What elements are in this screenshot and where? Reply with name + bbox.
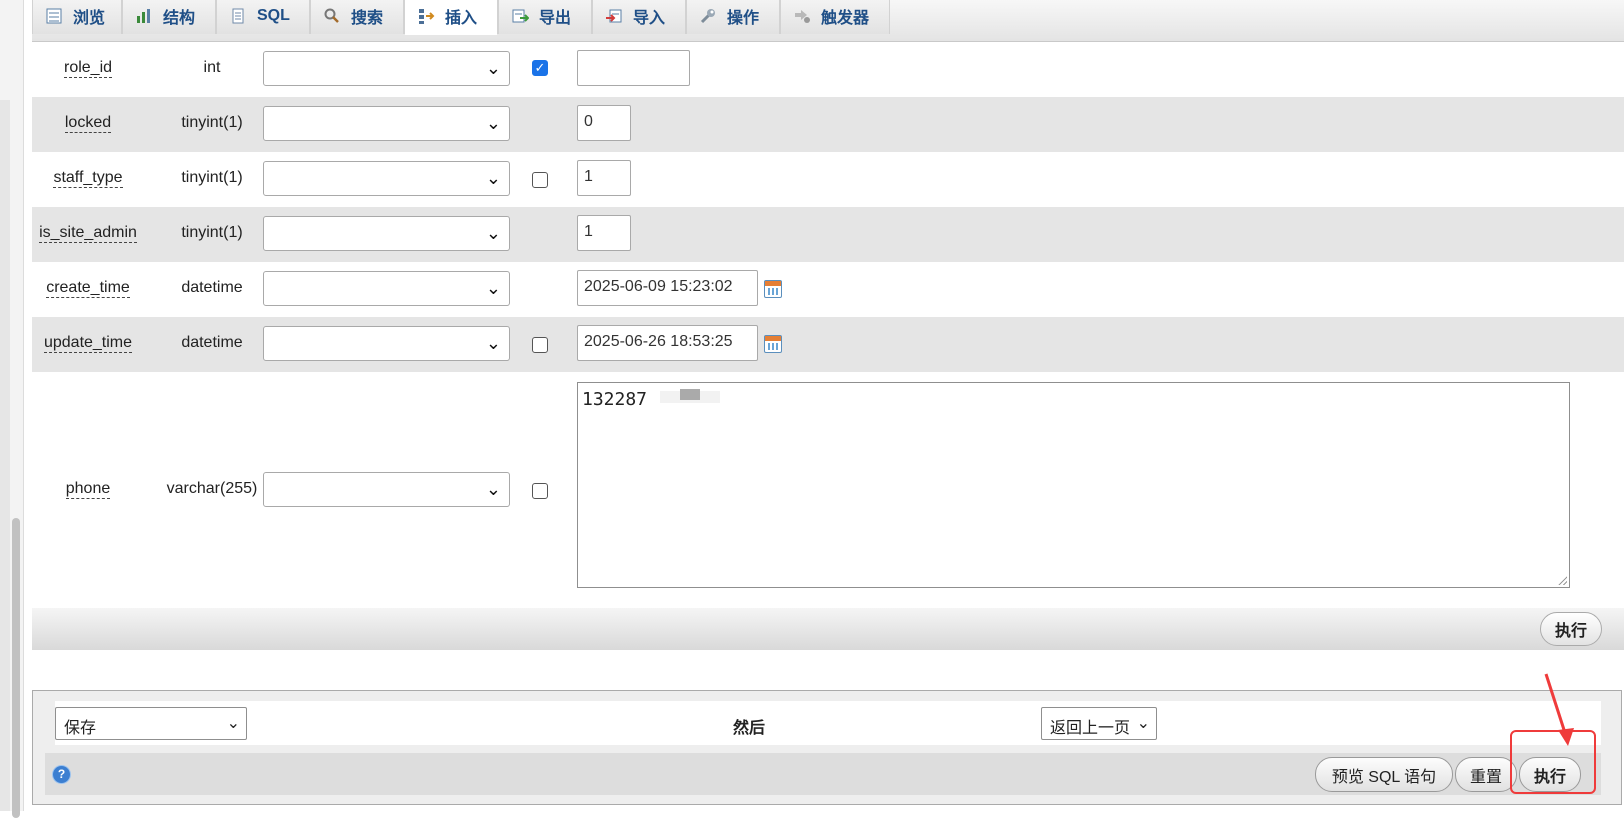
- field-type: datetime: [181, 279, 243, 296]
- value-input[interactable]: 1: [577, 160, 631, 196]
- tab-search[interactable]: 搜索: [310, 0, 404, 34]
- field-type: tinyint(1): [181, 224, 243, 241]
- calendar-icon[interactable]: [764, 280, 782, 298]
- null-checkbox[interactable]: [532, 337, 548, 353]
- chevron-down-icon: ⌄: [485, 278, 501, 298]
- tab-sql[interactable]: SQL: [216, 0, 310, 34]
- tab-label: 浏览: [73, 10, 106, 27]
- chevron-down-icon: ⌄: [485, 479, 501, 499]
- insert-icon: [417, 7, 435, 25]
- left-gutter: [0, 0, 24, 818]
- tab-label: SQL: [257, 7, 290, 24]
- next-action-select[interactable]: 返回上一页 ⌄: [1041, 707, 1157, 740]
- function-select[interactable]: ⌄: [263, 216, 510, 251]
- value-input[interactable]: 2025-06-09 15:23:02: [577, 270, 758, 306]
- sql-icon: [229, 7, 247, 25]
- action-select-value: 保存: [64, 720, 97, 737]
- tab-export[interactable]: 导出: [498, 0, 592, 34]
- calendar-icon[interactable]: [764, 335, 782, 353]
- field-name: locked: [64, 114, 112, 133]
- preview-sql-button[interactable]: 预览 SQL 语句: [1315, 757, 1453, 792]
- field-row-update-time: update_time datetime ⌄ 2025-06-26 18:53:…: [32, 317, 1624, 372]
- field-name: phone: [65, 480, 111, 499]
- sidebar-edge: [0, 100, 10, 811]
- field-row-role-id: role_id int ⌄ ✓: [32, 42, 1624, 97]
- chevron-down-icon: ⌄: [485, 58, 501, 78]
- field-type: tinyint(1): [181, 114, 243, 131]
- redacted-block: [680, 389, 700, 400]
- trigger-icon: [793, 7, 811, 25]
- tab-browse[interactable]: 浏览: [32, 0, 122, 34]
- tab-structure[interactable]: 结构: [122, 0, 216, 34]
- field-type: int: [203, 59, 221, 76]
- tab-insert[interactable]: 插入: [404, 0, 498, 35]
- wrench-icon: [699, 7, 717, 25]
- value-input[interactable]: [577, 50, 690, 86]
- tab-label: 搜索: [351, 10, 384, 27]
- chevron-down-icon: ⌄: [485, 333, 501, 353]
- tab-triggers[interactable]: 触发器: [780, 0, 890, 34]
- chevron-down-icon: ⌄: [485, 223, 501, 243]
- field-name: is_site_admin: [39, 224, 137, 243]
- field-row-locked: locked tinyint(1) ⌄ 0: [32, 97, 1624, 152]
- field-row-is-site-admin: is_site_admin tinyint(1) ⌄ 1: [32, 207, 1624, 262]
- function-select[interactable]: ⌄: [263, 271, 510, 306]
- field-row-staff-type: staff_type tinyint(1) ⌄ 1: [32, 152, 1624, 207]
- annotation-highlight: [1510, 730, 1596, 794]
- value-textarea[interactable]: 132287: [577, 382, 1570, 588]
- help-icon[interactable]: ?: [53, 766, 70, 783]
- import-icon: [605, 7, 623, 25]
- go-button[interactable]: 执行: [1540, 612, 1602, 646]
- tab-label: 操作: [727, 10, 760, 27]
- tab-bar: 浏览 结构 SQL 搜索 插入 导出 导入 操作 触发器: [32, 0, 1624, 42]
- export-icon: [511, 7, 530, 25]
- field-type: datetime: [181, 334, 243, 351]
- search-icon: [323, 7, 341, 25]
- value-input[interactable]: 2025-06-26 18:53:25: [577, 325, 758, 361]
- field-name: create_time: [46, 279, 130, 298]
- tab-label: 结构: [163, 10, 196, 27]
- resize-handle[interactable]: [1558, 576, 1567, 585]
- field-type: tinyint(1): [181, 169, 243, 186]
- chevron-down-icon: ⌄: [226, 715, 240, 732]
- structure-icon: [135, 7, 153, 25]
- reset-button[interactable]: 重置: [1455, 757, 1517, 792]
- null-checkbox[interactable]: [532, 483, 548, 499]
- field-row-phone: phone varchar(255) ⌄ 132287: [32, 372, 1624, 608]
- field-name: staff_type: [53, 169, 123, 188]
- field-name: update_time: [43, 334, 133, 353]
- field-row-create-time: create_time datetime ⌄ 2025-06-09 15:23:…: [32, 262, 1624, 317]
- sidebar-scrollbar[interactable]: [12, 518, 20, 818]
- tab-label: 触发器: [821, 10, 870, 27]
- function-select[interactable]: ⌄: [263, 106, 510, 141]
- field-name: role_id: [63, 59, 113, 78]
- tab-operations[interactable]: 操作: [686, 0, 780, 34]
- chevron-down-icon: ⌄: [1136, 715, 1150, 732]
- action-bar: ? 预览 SQL 语句 重置 执行: [45, 753, 1601, 795]
- function-select[interactable]: ⌄: [263, 51, 510, 86]
- null-checkbox[interactable]: ✓: [532, 60, 548, 76]
- chevron-down-icon: ⌄: [485, 113, 501, 133]
- tab-label: 插入: [445, 10, 478, 27]
- function-select[interactable]: ⌄: [263, 472, 510, 507]
- value-input[interactable]: 0: [577, 105, 631, 141]
- after-insert-row: 保存 ⌄ 然后 返回上一页 ⌄: [55, 701, 1601, 745]
- textarea-value: 132287: [582, 389, 648, 410]
- value-input[interactable]: 1: [577, 215, 631, 251]
- tab-import[interactable]: 导入: [592, 0, 686, 34]
- next-action-select-value: 返回上一页: [1050, 720, 1131, 737]
- tab-label: 导出: [539, 10, 572, 27]
- function-select[interactable]: ⌄: [263, 326, 510, 361]
- tab-label: 导入: [633, 10, 666, 27]
- field-type: varchar(255): [166, 480, 258, 497]
- chevron-down-icon: ⌄: [485, 168, 501, 188]
- form-footer: 执行: [32, 608, 1624, 650]
- then-label: 然后: [733, 720, 766, 737]
- null-checkbox[interactable]: [532, 172, 548, 188]
- insert-options-panel: 保存 ⌄ 然后 返回上一页 ⌄ ? 预览 SQL 语句 重置 执行: [32, 690, 1622, 805]
- browse-icon: [45, 7, 63, 25]
- action-select[interactable]: 保存 ⌄: [55, 707, 247, 740]
- function-select[interactable]: ⌄: [263, 161, 510, 196]
